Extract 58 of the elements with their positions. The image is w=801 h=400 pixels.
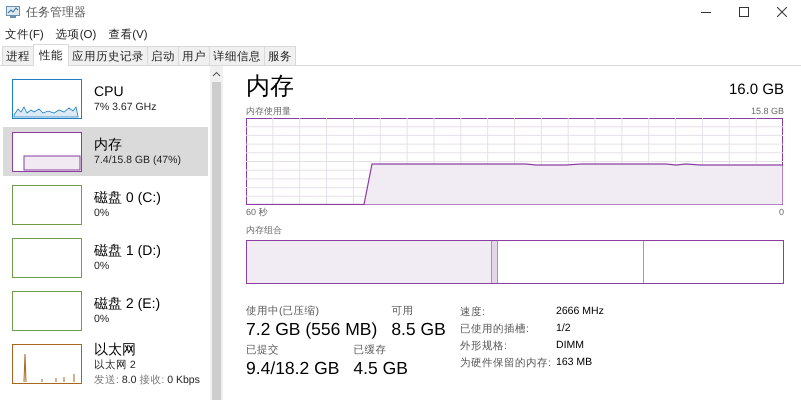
spec-value: 2666 MHz: [556, 305, 604, 319]
spec-value: 163 MB: [556, 356, 594, 370]
tab[interactable]: 用户: [178, 46, 210, 65]
composition-label: 内存组合: [246, 224, 282, 236]
tab[interactable]: 应用历史记录: [68, 46, 148, 65]
usage-text: 0%: [94, 206, 110, 221]
tab[interactable]: 详细信息: [209, 46, 265, 65]
adapter-name: 以太网 2: [94, 358, 137, 372]
window-title: 任务管理器: [26, 4, 87, 20]
usage-text: 0%: [94, 259, 110, 274]
total-memory: 16.0 GB: [728, 81, 784, 98]
usage-text: 7.4/15.8 GB (47%): [94, 153, 181, 168]
menu-item[interactable]: 查看(V): [108, 26, 148, 42]
spec-label: 外形规格:: [460, 339, 508, 353]
stat-label: 已提交: [246, 343, 280, 357]
device-name: 磁盘 0 (C:): [94, 188, 161, 206]
close-icon[interactable]: [777, 7, 787, 17]
scrollbar-thumb[interactable]: [212, 82, 221, 400]
scroll-up-icon[interactable]: [212, 70, 221, 78]
tab[interactable]: 进程: [2, 46, 34, 65]
stat-value: 7.2 GB (556 MB): [246, 318, 378, 340]
tab[interactable]: 服务: [264, 46, 296, 65]
stat-label: 已缓存: [353, 343, 388, 357]
tab[interactable]: 启动: [147, 46, 179, 65]
usage-text: 7% 3.67 GHz: [94, 100, 156, 115]
spec-value: 1/2: [556, 322, 572, 336]
spec-label: 为硬件保留的内存:: [460, 356, 552, 370]
spec-value: DIMM: [556, 339, 585, 353]
tab[interactable]: 性能: [33, 44, 69, 66]
sidebar-item[interactable]: 磁盘 0 (C:) 0%: [3, 180, 208, 229]
sidebar-item[interactable]: 磁盘 1 (D:) 0%: [3, 233, 208, 282]
throughput-text: 发送: 8.0 接收: 0 Kbps: [94, 372, 200, 388]
spec-label: 速度:: [460, 305, 486, 319]
app-icon: [6, 6, 20, 18]
axis-label: 0: [778, 207, 784, 217]
usage-text: 0%: [94, 312, 110, 327]
stat-value: 8.5 GB: [391, 318, 446, 340]
graph-max: 15.8 GB: [750, 106, 784, 116]
device-name: CPU: [94, 82, 125, 100]
device-name: 内存: [94, 135, 123, 153]
sidebar-item[interactable]: 以太网 以太网 2 发送: 8.0 接收: 0 Kbps: [3, 339, 208, 388]
stat-value: 4.5 GB: [353, 357, 408, 379]
stat-label: 使用中(已压缩): [246, 304, 320, 318]
page-title: 内存: [246, 72, 294, 102]
device-name: 磁盘 1 (D:): [94, 241, 161, 259]
device-name: 以太网: [94, 340, 137, 358]
sidebar-item[interactable]: CPU 7% 3.67 GHz: [3, 74, 208, 123]
axis-label: 60 秒: [246, 206, 268, 218]
stat-value: 9.4/18.2 GB: [246, 357, 340, 379]
sidebar-item[interactable]: 内存 7.4/15.8 GB (47%): [3, 127, 208, 176]
maximize-icon[interactable]: [739, 7, 749, 17]
stat-label: 可用: [391, 304, 414, 318]
menu-item[interactable]: 选项(O): [56, 26, 96, 42]
device-name: 磁盘 2 (E:): [94, 294, 160, 312]
spec-label: 已使用的插槽:: [460, 322, 530, 336]
sidebar-item[interactable]: 磁盘 2 (E:) 0%: [3, 286, 208, 335]
menu-item[interactable]: 文件(F): [5, 26, 44, 42]
graph-label: 内存使用量: [246, 104, 291, 118]
